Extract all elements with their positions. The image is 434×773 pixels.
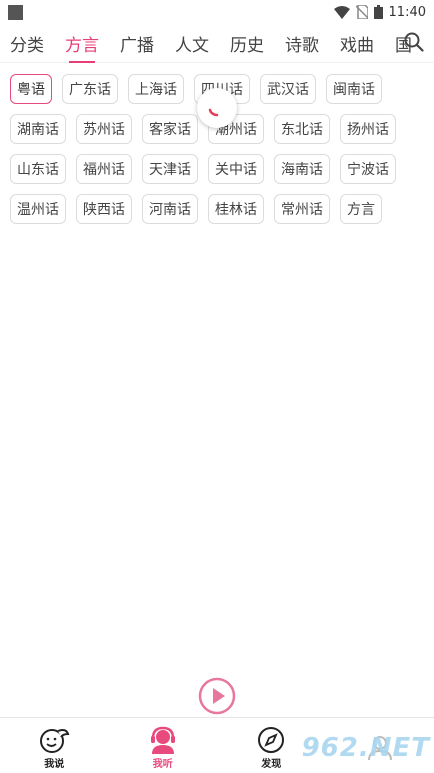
dialect-chip[interactable]: 闽南话 (326, 74, 382, 104)
dialect-chip[interactable]: 苏州话 (76, 114, 132, 144)
watermark-logo: 962.NET (301, 733, 430, 763)
tab-dialect[interactable]: 方言 (65, 31, 99, 63)
dialect-chip[interactable]: 粤语 (10, 74, 52, 104)
dialect-chip[interactable]: 陕西话 (76, 194, 132, 224)
dialect-chip[interactable]: 武汉话 (260, 74, 316, 104)
wifi-icon (333, 5, 350, 19)
dialect-chip[interactable]: 扬州话 (340, 114, 396, 144)
dialect-chip[interactable]: 天津话 (142, 154, 198, 184)
tab-broadcast[interactable]: 广播 (120, 31, 154, 56)
face-icon (40, 728, 70, 753)
tab-humanities[interactable]: 人文 (175, 31, 209, 56)
play-button[interactable] (198, 677, 236, 715)
dialect-chip[interactable]: 常州话 (274, 194, 330, 224)
spinner-icon (208, 108, 219, 117)
dialect-chip[interactable]: 河南话 (142, 194, 198, 224)
compass-icon (258, 726, 285, 753)
nav-listen[interactable]: 我听 (109, 718, 218, 773)
dialect-chip[interactable]: 东北话 (274, 114, 330, 144)
dialect-chip[interactable]: 宁波话 (340, 154, 396, 184)
dialect-chip[interactable]: 福州话 (76, 154, 132, 184)
status-bar: 11:40 (0, 0, 434, 24)
dialect-chip[interactable]: 海南话 (274, 154, 330, 184)
dialect-chip[interactable]: 客家话 (142, 114, 198, 144)
battery-icon (373, 5, 383, 19)
dialect-chip[interactable]: 方言 (340, 194, 382, 224)
dialect-chip[interactable]: 桂林话 (208, 194, 264, 224)
notification-icon (8, 4, 23, 20)
status-icons: 11:40 (333, 4, 426, 20)
tab-poetry[interactable]: 诗歌 (285, 31, 319, 56)
status-time: 11:40 (388, 4, 426, 20)
loading-spinner (197, 88, 237, 128)
no-sim-icon (355, 5, 368, 19)
dialect-chip[interactable]: 湖南话 (10, 114, 66, 144)
dialect-chip[interactable]: 温州话 (10, 194, 66, 224)
search-icon[interactable] (404, 32, 424, 52)
nav-discover-label: 发现 (261, 758, 282, 770)
nav-listen-label: 我听 (152, 758, 173, 770)
tab-category[interactable]: 分类 (10, 31, 44, 56)
nav-speak[interactable]: 我说 (0, 718, 109, 773)
category-tabs: 分类 方言 广播 人文 历史 诗歌 戏曲 国 (0, 24, 434, 63)
dialect-chip[interactable]: 上海话 (128, 74, 184, 104)
tab-history[interactable]: 历史 (230, 31, 264, 56)
dialect-chip[interactable]: 广东话 (62, 74, 118, 104)
dialect-chip[interactable]: 山东话 (10, 154, 66, 184)
dialect-chip[interactable]: 关中话 (208, 154, 264, 184)
nav-speak-label: 我说 (44, 758, 65, 770)
listener-icon (150, 726, 175, 754)
tab-opera[interactable]: 戏曲 (340, 31, 374, 56)
